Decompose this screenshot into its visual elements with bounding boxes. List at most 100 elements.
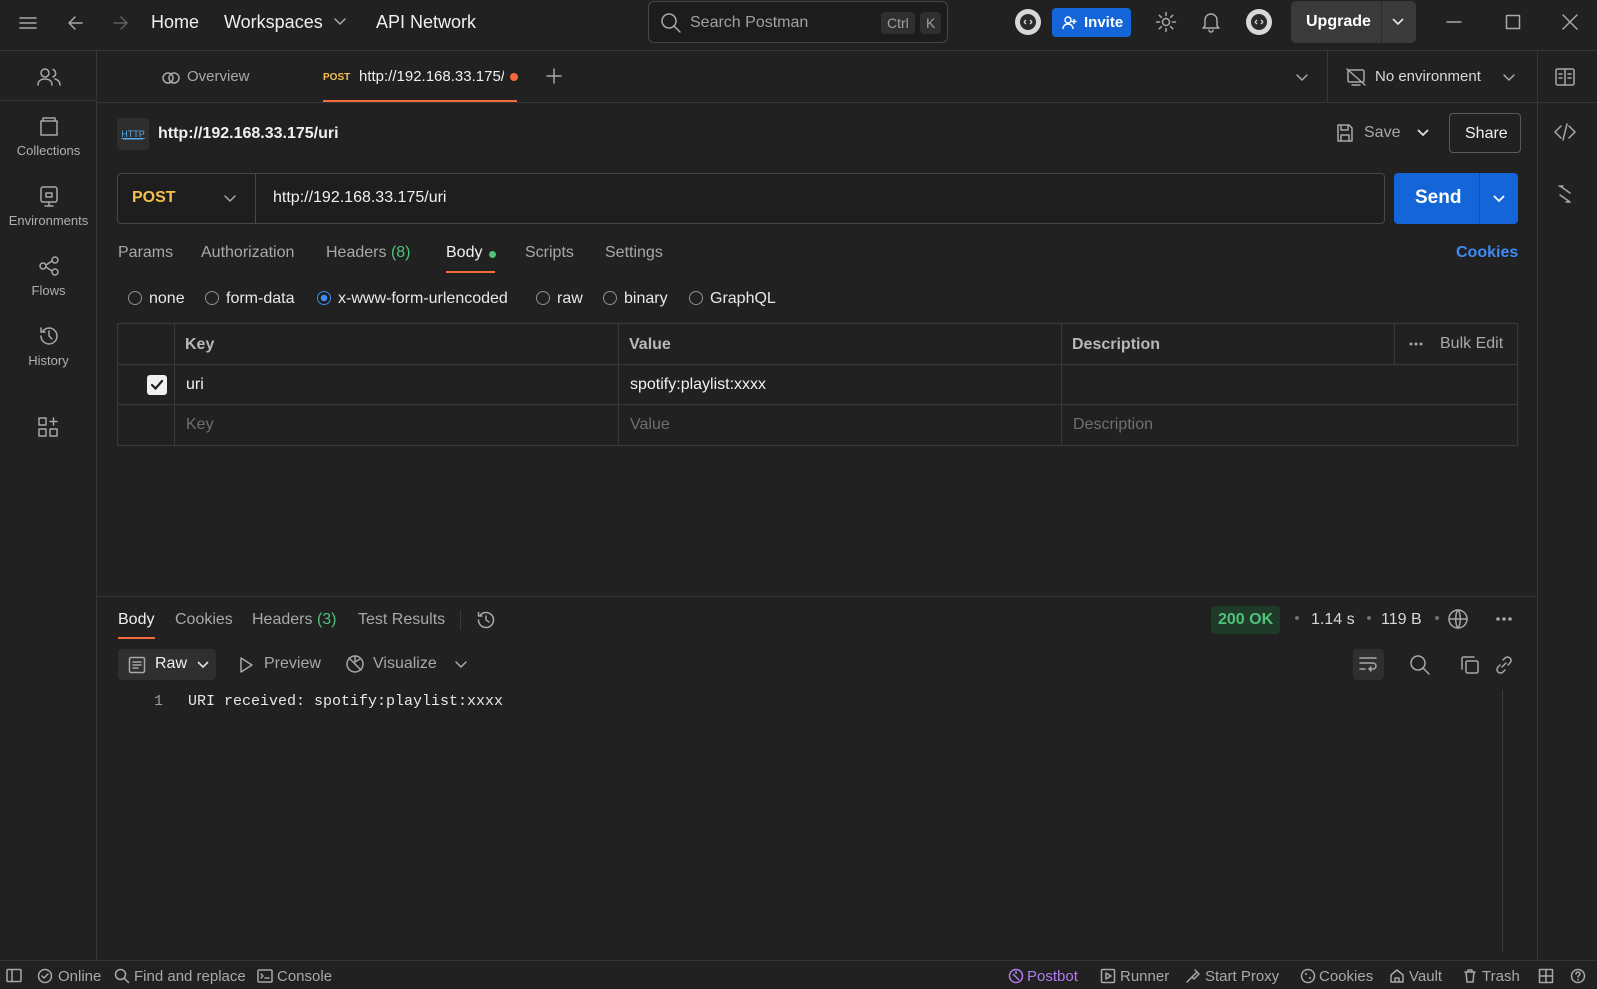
request-name[interactable]: http://192.168.33.175/uri bbox=[158, 125, 339, 143]
response-history-icon[interactable] bbox=[476, 610, 496, 630]
overview-icon bbox=[162, 72, 180, 84]
team-icon[interactable] bbox=[37, 67, 61, 87]
editor-scrollbar[interactable] bbox=[1502, 690, 1503, 952]
value-placeholder[interactable]: Value bbox=[630, 416, 670, 434]
row-key[interactable]: uri bbox=[186, 376, 204, 394]
related-collections-icon[interactable] bbox=[1557, 185, 1573, 203]
sidebar-item-environments[interactable]: Environments bbox=[0, 185, 97, 228]
invite-button[interactable]: Invite bbox=[1052, 8, 1131, 37]
network-globe-icon[interactable] bbox=[1447, 608, 1469, 630]
tab-settings[interactable]: Settings bbox=[605, 244, 663, 262]
radio-binary-label[interactable]: binary bbox=[624, 290, 668, 308]
body-params-table: Key Value Description Bulk Edit uri spot… bbox=[117, 323, 1518, 446]
response-size[interactable]: 119 B bbox=[1381, 611, 1422, 629]
search-response-icon[interactable] bbox=[1409, 654, 1431, 676]
response-tab-test-results[interactable]: Test Results bbox=[358, 611, 445, 629]
radio-form-data-label[interactable]: form-data bbox=[226, 290, 294, 308]
tab-body[interactable]: Body bbox=[446, 244, 482, 262]
description-placeholder[interactable]: Description bbox=[1073, 416, 1153, 434]
radio-urlencoded-label[interactable]: x-www-form-urlencoded bbox=[338, 290, 508, 308]
new-tab-plus-icon[interactable] bbox=[546, 68, 562, 84]
response-tab-body[interactable]: Body bbox=[118, 611, 154, 629]
help-icon[interactable] bbox=[1570, 968, 1586, 984]
row-enabled-checkbox[interactable] bbox=[147, 375, 167, 395]
link-icon[interactable] bbox=[1494, 655, 1514, 675]
response-time[interactable]: 1.14 s bbox=[1311, 611, 1355, 629]
cookies-link[interactable]: Cookies bbox=[1456, 244, 1518, 262]
radio-form-data[interactable] bbox=[205, 291, 219, 305]
notifications-bell-icon[interactable] bbox=[1201, 11, 1221, 33]
sidebar-item-flows[interactable]: Flows bbox=[0, 255, 97, 298]
status-bar: Online Find and replace Console Postbot … bbox=[0, 960, 1597, 989]
send-button[interactable]: Send bbox=[1394, 173, 1518, 224]
method-select[interactable]: POST bbox=[118, 174, 256, 223]
response-line[interactable]: URI received: spotify:playlist:xxxx bbox=[188, 693, 503, 710]
sidebar-item-collections[interactable]: Collections bbox=[0, 115, 97, 158]
minimize-icon[interactable] bbox=[1446, 20, 1462, 24]
more-options-icon[interactable] bbox=[1408, 341, 1424, 347]
response-divider[interactable] bbox=[97, 596, 1537, 597]
no-environment-icon bbox=[1346, 68, 1366, 86]
copy-icon[interactable] bbox=[1460, 655, 1480, 675]
radio-graphql[interactable] bbox=[689, 291, 703, 305]
forward-icon[interactable] bbox=[110, 13, 130, 33]
bulk-edit-button[interactable]: Bulk Edit bbox=[1440, 335, 1503, 353]
sidebar-item-history[interactable]: History bbox=[0, 325, 97, 368]
environment-quicklook-icon[interactable] bbox=[1554, 67, 1576, 87]
visualize-chevron-down-icon[interactable] bbox=[454, 660, 468, 670]
user-avatar[interactable] bbox=[1245, 8, 1273, 36]
radio-graphql-label[interactable]: GraphQL bbox=[710, 290, 776, 308]
response-tab-headers[interactable]: Headers (3) bbox=[252, 611, 337, 629]
nav-workspaces[interactable]: Workspaces bbox=[224, 12, 323, 33]
find-icon bbox=[114, 968, 130, 984]
radio-binary[interactable] bbox=[603, 291, 617, 305]
trash-label: Trash bbox=[1482, 968, 1520, 985]
menu-icon[interactable] bbox=[18, 15, 38, 31]
apps-grid-icon[interactable] bbox=[37, 416, 59, 438]
send-dropdown-chevron-icon[interactable] bbox=[1492, 194, 1506, 204]
back-icon[interactable] bbox=[66, 13, 86, 33]
tab-params[interactable]: Params bbox=[118, 244, 173, 262]
tab-authorization[interactable]: Authorization bbox=[201, 244, 294, 262]
postbot-avatar-icon[interactable] bbox=[1014, 8, 1042, 36]
radio-raw[interactable] bbox=[536, 291, 550, 305]
tab-headers[interactable]: Headers (8) bbox=[326, 244, 411, 262]
search-bar[interactable]: Search Postman Ctrl K bbox=[648, 1, 948, 43]
save-dropdown-chevron-icon[interactable] bbox=[1416, 128, 1430, 138]
raw-view-select[interactable]: Raw bbox=[118, 649, 216, 680]
response-tab-cookies[interactable]: Cookies bbox=[175, 611, 233, 629]
radio-none-label[interactable]: none bbox=[149, 290, 185, 308]
response-more-icon[interactable] bbox=[1495, 616, 1513, 622]
settings-gear-icon[interactable] bbox=[1155, 11, 1177, 33]
wrap-lines-icon bbox=[1359, 657, 1377, 672]
environment-selector[interactable]: No environment bbox=[1327, 51, 1537, 103]
left-sidebar: Collections Environments Flows History bbox=[0, 51, 97, 960]
save-label: Save bbox=[1364, 124, 1401, 141]
response-body-editor[interactable]: 1 URI received: spotify:playlist:xxxx bbox=[118, 690, 1498, 950]
radio-urlencoded[interactable] bbox=[317, 291, 331, 305]
nav-home[interactable]: Home bbox=[151, 12, 199, 33]
layout-toggle-icon[interactable] bbox=[1538, 968, 1554, 984]
row-value[interactable]: spotify:playlist:xxxx bbox=[630, 376, 766, 394]
sidebar-item-label: History bbox=[28, 353, 69, 368]
maximize-icon[interactable] bbox=[1505, 14, 1521, 30]
nav-api-network[interactable]: API Network bbox=[376, 12, 476, 33]
tab-scripts[interactable]: Scripts bbox=[525, 244, 574, 262]
wrap-lines-button[interactable] bbox=[1353, 649, 1384, 680]
upgrade-button[interactable]: Upgrade bbox=[1291, 1, 1416, 43]
url-input[interactable]: http://192.168.33.175/uri bbox=[273, 189, 446, 207]
status-badge[interactable]: 200 OK bbox=[1211, 606, 1281, 634]
upgrade-chevron-down-icon[interactable] bbox=[1391, 17, 1405, 27]
workspaces-chevron-down-icon[interactable] bbox=[333, 17, 347, 27]
column-header-description: Description bbox=[1072, 336, 1161, 353]
unsaved-dot bbox=[510, 73, 518, 81]
key-placeholder[interactable]: Key bbox=[186, 416, 214, 434]
request-tab-active[interactable]: POST http://192.168.33.175/u bbox=[315, 51, 518, 103]
radio-none[interactable] bbox=[128, 291, 142, 305]
close-window-icon[interactable] bbox=[1562, 14, 1578, 30]
tabs-dropdown-chevron-icon[interactable] bbox=[1295, 73, 1309, 83]
share-button[interactable]: Share bbox=[1449, 113, 1521, 153]
radio-raw-label[interactable]: raw bbox=[557, 290, 583, 308]
toggle-sidebar-icon[interactable] bbox=[6, 968, 22, 983]
code-snippet-icon[interactable] bbox=[1554, 123, 1576, 141]
